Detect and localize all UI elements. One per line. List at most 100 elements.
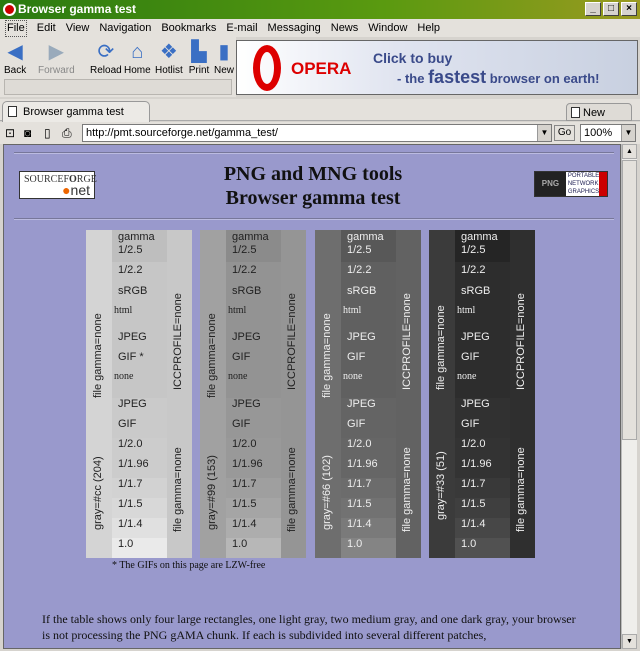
vertical-scrollbar[interactable]: ▲ ▼	[621, 144, 637, 649]
vertical-label: file gamma=none	[321, 313, 333, 398]
scroll-down-arrow-icon[interactable]: ▼	[622, 634, 637, 649]
title-bar: Browser gamma test _ □ ×	[0, 0, 640, 19]
close-button[interactable]: ×	[621, 2, 637, 16]
go-button[interactable]: Go	[554, 125, 575, 141]
panel-patches: gamma 1/2.5 1/2.2 sRGB html JPEG GIF * none JPEG…	[112, 230, 167, 558]
patch-label: 1/1.96	[232, 458, 263, 470]
patch-label: html	[114, 305, 133, 316]
window-title: Browser gamma test	[18, 2, 137, 16]
minimize-button[interactable]: _	[585, 2, 601, 16]
patch-label: gamma	[118, 231, 155, 243]
patch-label: 1/2.0	[461, 438, 486, 450]
scrollbar-thumb[interactable]	[622, 160, 637, 440]
divider	[14, 218, 614, 220]
patch-label: 1/2.0	[232, 438, 257, 450]
maximize-button[interactable]: □	[603, 2, 619, 16]
print-button[interactable]: ▙ Print	[188, 41, 210, 76]
menu-help[interactable]: Help	[417, 19, 440, 37]
patch-label: html	[228, 305, 247, 316]
patch-label: sRGB	[347, 285, 377, 297]
gamma-panel: file gamma=none gray=#99 (153) gamma 1/2.5 1…	[200, 230, 306, 558]
patch-label: 1/2.2	[118, 264, 143, 276]
opera-logo-icon	[3, 3, 16, 16]
divider	[14, 152, 614, 154]
panel-left-column: file gamma=none gray=#33 (51)	[429, 230, 455, 558]
patch-label: 1/2.0	[347, 438, 372, 450]
menu-email[interactable]: E-mail	[226, 19, 257, 37]
document-icon	[8, 106, 17, 117]
vertical-label: file gamma=none	[286, 447, 298, 532]
gamma-panel: file gamma=none gray=#33 (51) gamma 1/2.5 1/…	[429, 230, 535, 558]
menu-news[interactable]: News	[331, 19, 359, 37]
dropdown-arrow-icon[interactable]: ▼	[621, 125, 635, 141]
png-logo[interactable]: PNG PORTABLE NETWORK GRAPHICS	[534, 171, 608, 197]
forward-arrow-icon: ▶	[48, 41, 65, 63]
patch-label: 1/2.5	[461, 244, 486, 256]
forward-button[interactable]: ▶ Forward	[38, 41, 75, 76]
page-title: PNG and MNG tools	[223, 163, 403, 185]
hotlist-button[interactable]: ❖ Hotlist	[155, 41, 183, 76]
patch-label: 1/2.2	[347, 264, 372, 276]
print-icon[interactable]: ⎙	[62, 126, 72, 141]
patch-label: 1.0	[118, 538, 134, 550]
gamma-panel: file gamma=none gray=#66 (102) gamma 1/2.5 1…	[315, 230, 421, 558]
patch-label: gamma	[461, 231, 498, 243]
patch-label: 1/1.4	[347, 518, 372, 530]
menu-navigation[interactable]: Navigation	[99, 19, 151, 37]
menu-file[interactable]: File	[5, 20, 27, 37]
patch-label: 1.0	[232, 538, 248, 550]
patch-label: 1/1.5	[118, 498, 143, 510]
panel-patches: gamma 1/2.5 1/2.2 sRGB html JPEG GIF none JPEG GI…	[341, 230, 396, 558]
patch-label: JPEG	[118, 331, 147, 343]
patch-label: JPEG	[347, 331, 376, 343]
banner-line1: Click to buy	[373, 50, 453, 66]
patch-label: GIF	[461, 351, 480, 363]
menu-messaging[interactable]: Messaging	[268, 19, 321, 37]
tab-browser-gamma-test[interactable]: Browser gamma test	[2, 101, 150, 122]
new-page-button[interactable]: New page	[566, 103, 632, 131]
menu-view[interactable]: View	[66, 19, 90, 37]
patch-label: JPEG	[118, 398, 147, 410]
zoom-select[interactable]: 100% ▼	[580, 124, 636, 142]
patch-label: 1.0	[461, 538, 477, 550]
patch-label: none	[343, 371, 363, 382]
patch-label: html	[343, 305, 362, 316]
menu-bookmarks[interactable]: Bookmarks	[161, 19, 216, 37]
vertical-label: gray=#cc (204)	[92, 456, 104, 530]
opera-ad-banner[interactable]: OPERA Click to buy - the fastest browser…	[236, 40, 638, 95]
patch-label: 1/1.7	[232, 478, 257, 490]
opera-o-logo-icon	[253, 45, 281, 91]
patch-label: 1/1.5	[347, 498, 372, 510]
patch-label: 1/1.96	[347, 458, 378, 470]
patch-label: 1/2.2	[461, 264, 486, 276]
patch-label: 1/1.4	[118, 518, 143, 530]
menu-window[interactable]: Window	[368, 19, 407, 37]
toolbar-field	[4, 79, 232, 95]
url-input[interactable]: http://pmt.sourceforge.net/gamma_test/▼	[82, 124, 552, 142]
patch-label: 1/2.0	[118, 438, 143, 450]
menu-edit[interactable]: Edit	[37, 19, 56, 37]
patch-label: 1/1.4	[461, 518, 486, 530]
patch-label: GIF	[461, 418, 480, 430]
patch-label: JPEG	[347, 398, 376, 410]
patch-label: none	[457, 371, 477, 382]
patch-label: 1/1.5	[461, 498, 486, 510]
back-button[interactable]: ◀ Back	[4, 41, 26, 76]
patch-label: 1/1.7	[118, 478, 143, 490]
camera-icon[interactable]: ◙	[24, 126, 31, 140]
banner-brand: OPERA	[291, 59, 352, 78]
vertical-label: ICCPROFILE=none	[515, 293, 527, 390]
home-button[interactable]: ⌂ Home	[124, 41, 151, 76]
panel-patches: gamma 1/2.5 1/2.2 sRGB html JPEG GIF none JPEG GI…	[226, 230, 281, 558]
patch-label: GIF	[232, 418, 251, 430]
tab-bar: Browser gamma test New page	[0, 99, 640, 131]
dropdown-arrow-icon[interactable]: ▼	[537, 125, 551, 141]
panel-patches: gamma 1/2.5 1/2.2 sRGB html JPEG GIF none JPEG GI…	[455, 230, 510, 558]
page-info-icon[interactable]: ▯	[44, 126, 51, 140]
new-button[interactable]: ▮ New	[213, 41, 235, 76]
patch-label: 1/2.5	[347, 244, 372, 256]
security-icon[interactable]: ⊡	[5, 126, 15, 140]
page-subtitle: Browser gamma test	[225, 187, 401, 209]
scroll-up-arrow-icon[interactable]: ▲	[622, 144, 637, 159]
reload-button[interactable]: ⟳ Reload	[90, 41, 122, 76]
